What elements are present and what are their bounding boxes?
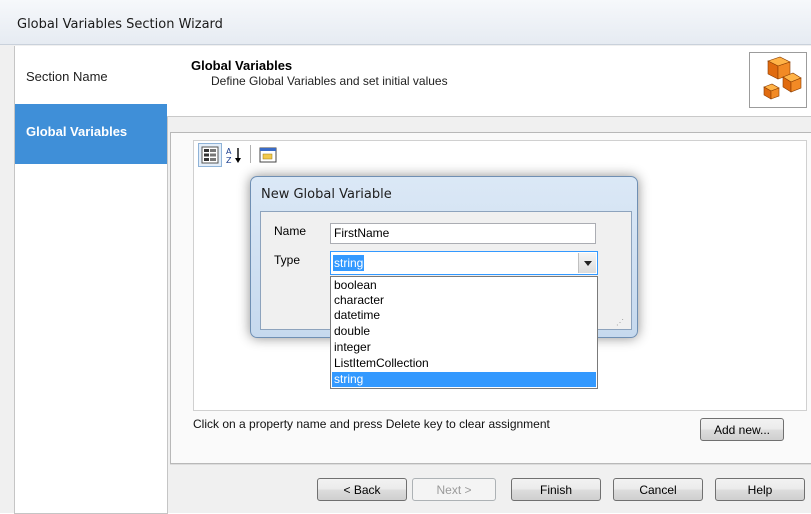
- wizard-step-nav: Section Name Global Variables: [14, 46, 168, 514]
- chevron-down-icon[interactable]: [578, 253, 596, 273]
- nav-item-section-name[interactable]: Section Name: [15, 49, 167, 105]
- alphabetical-sort-icon[interactable]: AZ: [222, 143, 246, 167]
- window-title: Global Variables Section Wizard: [17, 17, 223, 32]
- help-button[interactable]: Help: [715, 478, 805, 501]
- name-label: Name: [274, 224, 307, 238]
- back-button[interactable]: < Back: [317, 478, 407, 501]
- nav-item-label: Section Name: [26, 69, 108, 84]
- cancel-button[interactable]: Cancel: [613, 478, 703, 501]
- nav-item-label: Global Variables: [26, 124, 128, 139]
- dropdown-option[interactable]: integer: [332, 340, 596, 355]
- page-subtitle: Define Global Variables and set initial …: [211, 74, 448, 88]
- name-input[interactable]: FirstName: [330, 223, 596, 244]
- type-dropdown-list: boolean character datetime double intege…: [330, 276, 598, 389]
- svg-text:Z: Z: [226, 156, 232, 165]
- cubes-icon: [749, 52, 807, 108]
- property-pages-icon[interactable]: [256, 143, 280, 167]
- dialog-title: New Global Variable: [261, 187, 392, 202]
- dropdown-option[interactable]: ListItemCollection: [332, 356, 596, 371]
- dropdown-option[interactable]: character: [332, 293, 596, 308]
- svg-text:A: A: [226, 147, 232, 156]
- page-title: Global Variables: [191, 58, 293, 73]
- resize-grip-icon[interactable]: ⋰: [616, 318, 626, 327]
- dropdown-option[interactable]: datetime: [332, 308, 596, 323]
- finish-button[interactable]: Finish: [511, 478, 601, 501]
- dropdown-option[interactable]: double: [332, 324, 596, 339]
- type-label: Type: [274, 253, 301, 267]
- dropdown-option[interactable]: boolean: [332, 278, 596, 293]
- divider: [170, 464, 811, 465]
- type-select[interactable]: string: [330, 251, 598, 275]
- hint-text: Click on a property name and press Delet…: [193, 417, 550, 431]
- next-button[interactable]: Next >: [412, 478, 496, 501]
- add-new-button[interactable]: Add new...: [700, 418, 784, 441]
- nav-item-global-variables[interactable]: Global Variables: [15, 104, 167, 164]
- type-select-value: string: [333, 255, 365, 271]
- property-grid-toolbar: AZ: [195, 143, 305, 167]
- categorized-icon[interactable]: [198, 143, 222, 167]
- dropdown-option-selected[interactable]: string: [332, 372, 596, 387]
